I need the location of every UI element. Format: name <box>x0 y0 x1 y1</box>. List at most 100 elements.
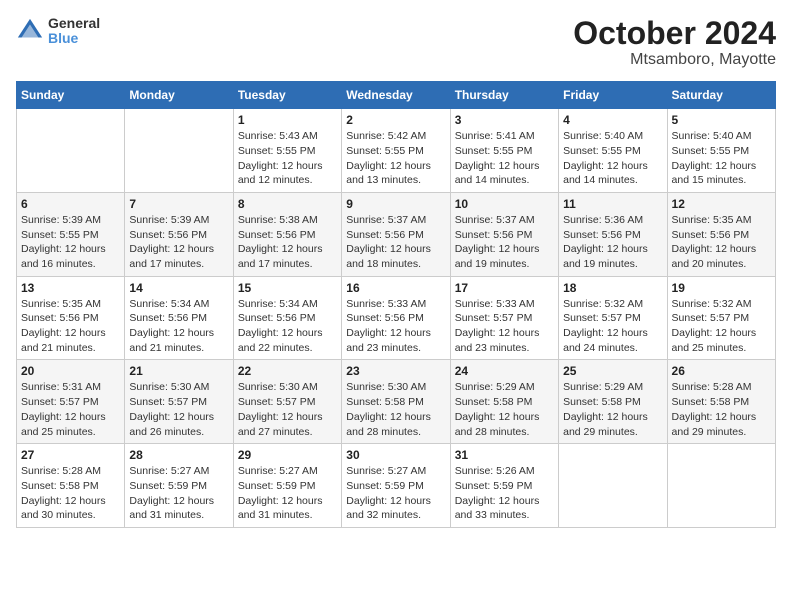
logo-icon <box>16 17 44 45</box>
day-info: Sunrise: 5:42 AM Sunset: 5:55 PM Dayligh… <box>346 129 445 188</box>
day-info: Sunrise: 5:40 AM Sunset: 5:55 PM Dayligh… <box>672 129 771 188</box>
calendar-cell: 24 Sunrise: 5:29 AM Sunset: 5:58 PM Dayli… <box>450 360 558 444</box>
week-row-2: 6 Sunrise: 5:39 AM Sunset: 5:55 PM Daylig… <box>17 192 776 276</box>
day-info: Sunrise: 5:32 AM Sunset: 5:57 PM Dayligh… <box>563 297 662 356</box>
day-info: Sunrise: 5:30 AM Sunset: 5:58 PM Dayligh… <box>346 380 445 439</box>
day-number: 4 <box>563 113 662 127</box>
calendar-cell <box>125 109 233 193</box>
day-number: 17 <box>455 281 554 295</box>
day-number: 18 <box>563 281 662 295</box>
day-number: 3 <box>455 113 554 127</box>
day-number: 6 <box>21 197 120 211</box>
column-header-saturday: Saturday <box>667 82 775 109</box>
day-info: Sunrise: 5:36 AM Sunset: 5:56 PM Dayligh… <box>563 213 662 272</box>
day-number: 10 <box>455 197 554 211</box>
calendar-cell <box>667 444 775 528</box>
calendar-cell: 5 Sunrise: 5:40 AM Sunset: 5:55 PM Daylig… <box>667 109 775 193</box>
logo-line1: General <box>48 16 100 31</box>
day-number: 28 <box>129 448 228 462</box>
calendar-cell: 27 Sunrise: 5:28 AM Sunset: 5:58 PM Dayli… <box>17 444 125 528</box>
column-header-sunday: Sunday <box>17 82 125 109</box>
column-header-friday: Friday <box>559 82 667 109</box>
calendar-cell: 15 Sunrise: 5:34 AM Sunset: 5:56 PM Dayli… <box>233 276 341 360</box>
calendar-cell: 25 Sunrise: 5:29 AM Sunset: 5:58 PM Dayli… <box>559 360 667 444</box>
calendar-table: SundayMondayTuesdayWednesdayThursdayFrid… <box>16 81 776 528</box>
day-info: Sunrise: 5:26 AM Sunset: 5:59 PM Dayligh… <box>455 464 554 523</box>
calendar-cell: 1Sunrise: 5:43 AM Sunset: 5:55 PM Daylig… <box>233 109 341 193</box>
calendar-cell: 8 Sunrise: 5:38 AM Sunset: 5:56 PM Daylig… <box>233 192 341 276</box>
day-info: Sunrise: 5:43 AM Sunset: 5:55 PM Dayligh… <box>238 129 337 188</box>
column-header-tuesday: Tuesday <box>233 82 341 109</box>
column-header-monday: Monday <box>125 82 233 109</box>
day-number: 7 <box>129 197 228 211</box>
day-info: Sunrise: 5:31 AM Sunset: 5:57 PM Dayligh… <box>21 380 120 439</box>
day-number: 15 <box>238 281 337 295</box>
week-row-5: 27 Sunrise: 5:28 AM Sunset: 5:58 PM Dayli… <box>17 444 776 528</box>
calendar-cell: 19Sunrise: 5:32 AM Sunset: 5:57 PM Dayli… <box>667 276 775 360</box>
week-row-1: 1Sunrise: 5:43 AM Sunset: 5:55 PM Daylig… <box>17 109 776 193</box>
day-info: Sunrise: 5:39 AM Sunset: 5:56 PM Dayligh… <box>129 213 228 272</box>
day-info: Sunrise: 5:29 AM Sunset: 5:58 PM Dayligh… <box>455 380 554 439</box>
day-info: Sunrise: 5:40 AM Sunset: 5:55 PM Dayligh… <box>563 129 662 188</box>
day-number: 5 <box>672 113 771 127</box>
title-block: October 2024 Mtsamboro, Mayotte <box>573 16 776 69</box>
page-header: General Blue October 2024 Mtsamboro, May… <box>16 16 776 69</box>
calendar-title: October 2024 <box>573 16 776 51</box>
logo-text: General Blue <box>48 16 100 47</box>
day-number: 14 <box>129 281 228 295</box>
calendar-cell: 28 Sunrise: 5:27 AM Sunset: 5:59 PM Dayli… <box>125 444 233 528</box>
day-info: Sunrise: 5:28 AM Sunset: 5:58 PM Dayligh… <box>21 464 120 523</box>
calendar-cell: 18 Sunrise: 5:32 AM Sunset: 5:57 PM Dayli… <box>559 276 667 360</box>
week-row-3: 13 Sunrise: 5:35 AM Sunset: 5:56 PM Dayli… <box>17 276 776 360</box>
day-number: 26 <box>672 364 771 378</box>
day-info: Sunrise: 5:30 AM Sunset: 5:57 PM Dayligh… <box>238 380 337 439</box>
calendar-cell: 22 Sunrise: 5:30 AM Sunset: 5:57 PM Dayli… <box>233 360 341 444</box>
logo: General Blue <box>16 16 100 47</box>
day-info: Sunrise: 5:29 AM Sunset: 5:58 PM Dayligh… <box>563 380 662 439</box>
day-info: Sunrise: 5:27 AM Sunset: 5:59 PM Dayligh… <box>238 464 337 523</box>
logo-line2: Blue <box>48 31 100 46</box>
day-number: 23 <box>346 364 445 378</box>
day-info: Sunrise: 5:35 AM Sunset: 5:56 PM Dayligh… <box>672 213 771 272</box>
day-info: Sunrise: 5:27 AM Sunset: 5:59 PM Dayligh… <box>346 464 445 523</box>
day-info: Sunrise: 5:33 AM Sunset: 5:57 PM Dayligh… <box>455 297 554 356</box>
day-number: 16 <box>346 281 445 295</box>
calendar-header-row: SundayMondayTuesdayWednesdayThursdayFrid… <box>17 82 776 109</box>
day-number: 25 <box>563 364 662 378</box>
day-number: 24 <box>455 364 554 378</box>
day-number: 8 <box>238 197 337 211</box>
calendar-cell: 12 Sunrise: 5:35 AM Sunset: 5:56 PM Dayli… <box>667 192 775 276</box>
calendar-cell: 31Sunrise: 5:26 AM Sunset: 5:59 PM Dayli… <box>450 444 558 528</box>
day-number: 29 <box>238 448 337 462</box>
calendar-cell: 14Sunrise: 5:34 AM Sunset: 5:56 PM Dayli… <box>125 276 233 360</box>
calendar-cell: 11Sunrise: 5:36 AM Sunset: 5:56 PM Dayli… <box>559 192 667 276</box>
calendar-cell: 20 Sunrise: 5:31 AM Sunset: 5:57 PM Dayli… <box>17 360 125 444</box>
calendar-cell <box>17 109 125 193</box>
day-info: Sunrise: 5:35 AM Sunset: 5:56 PM Dayligh… <box>21 297 120 356</box>
day-number: 12 <box>672 197 771 211</box>
calendar-cell: 30Sunrise: 5:27 AM Sunset: 5:59 PM Dayli… <box>342 444 450 528</box>
calendar-cell: 10Sunrise: 5:37 AM Sunset: 5:56 PM Dayli… <box>450 192 558 276</box>
calendar-cell: 21Sunrise: 5:30 AM Sunset: 5:57 PM Dayli… <box>125 360 233 444</box>
day-number: 19 <box>672 281 771 295</box>
calendar-cell: 13 Sunrise: 5:35 AM Sunset: 5:56 PM Dayli… <box>17 276 125 360</box>
day-number: 2 <box>346 113 445 127</box>
day-number: 20 <box>21 364 120 378</box>
calendar-cell: 23 Sunrise: 5:30 AM Sunset: 5:58 PM Dayli… <box>342 360 450 444</box>
calendar-cell: 9Sunrise: 5:37 AM Sunset: 5:56 PM Daylig… <box>342 192 450 276</box>
day-info: Sunrise: 5:38 AM Sunset: 5:56 PM Dayligh… <box>238 213 337 272</box>
calendar-cell: 6 Sunrise: 5:39 AM Sunset: 5:55 PM Daylig… <box>17 192 125 276</box>
day-number: 22 <box>238 364 337 378</box>
column-header-wednesday: Wednesday <box>342 82 450 109</box>
day-number: 21 <box>129 364 228 378</box>
day-info: Sunrise: 5:37 AM Sunset: 5:56 PM Dayligh… <box>346 213 445 272</box>
day-number: 27 <box>21 448 120 462</box>
day-info: Sunrise: 5:34 AM Sunset: 5:56 PM Dayligh… <box>238 297 337 356</box>
calendar-cell <box>559 444 667 528</box>
calendar-cell: 29 Sunrise: 5:27 AM Sunset: 5:59 PM Dayli… <box>233 444 341 528</box>
day-info: Sunrise: 5:39 AM Sunset: 5:55 PM Dayligh… <box>21 213 120 272</box>
day-info: Sunrise: 5:27 AM Sunset: 5:59 PM Dayligh… <box>129 464 228 523</box>
week-row-4: 20 Sunrise: 5:31 AM Sunset: 5:57 PM Dayli… <box>17 360 776 444</box>
column-header-thursday: Thursday <box>450 82 558 109</box>
day-number: 13 <box>21 281 120 295</box>
